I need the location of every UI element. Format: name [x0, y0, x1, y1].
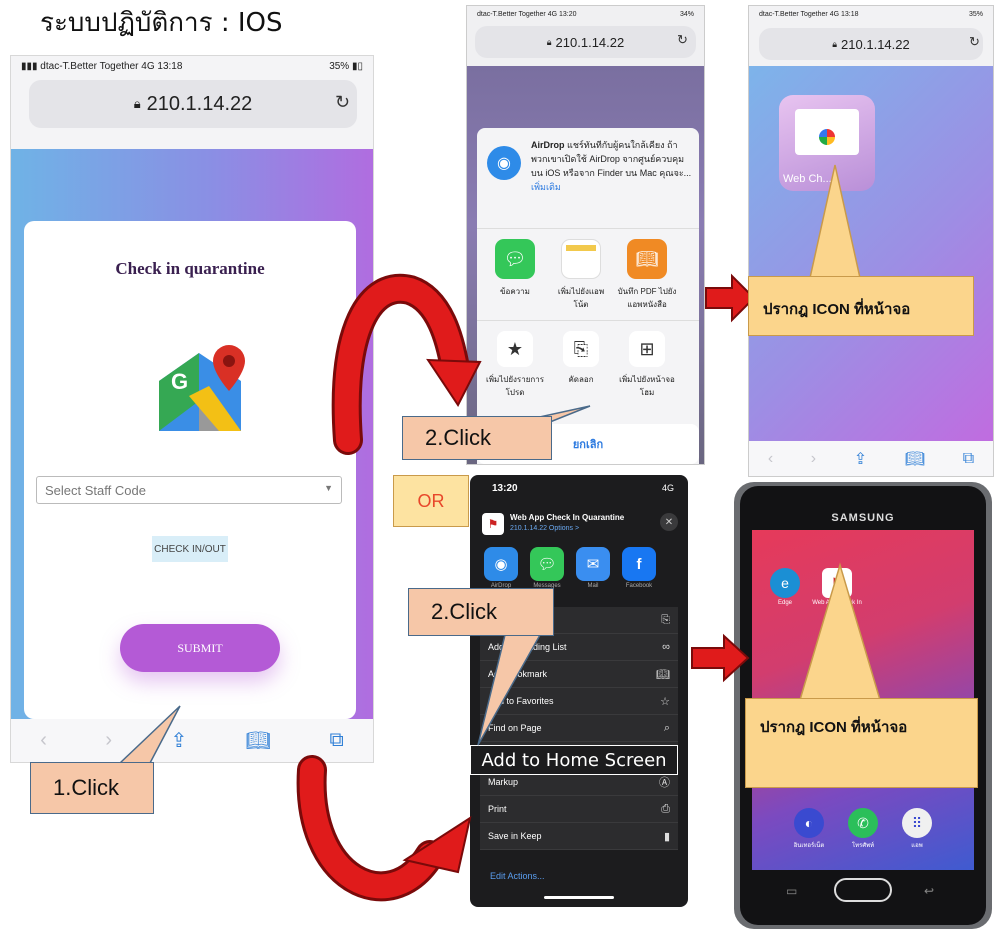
callout-click-2-bottom: 2.Click [408, 588, 554, 636]
callout-pointer-click1 [118, 705, 181, 764]
arrow-right-top [705, 273, 756, 323]
arrow-right-bottom [691, 633, 750, 683]
or-label: OR [393, 475, 469, 527]
callout-pointer-icon-bottom [798, 562, 882, 701]
callout-click-1: 1.Click [30, 762, 154, 814]
callout-icon-appears-top: ปรากฎ ICON ที่หน้าจอ [748, 276, 974, 336]
callout-icon-appears-bottom: ปรากฎ ICON ที่หน้าจอ [745, 698, 978, 788]
callout-pointer-click2-bottom [477, 634, 542, 746]
callout-pointer-icon-top [809, 164, 861, 279]
callout-click-2-top: 2.Click [402, 416, 552, 460]
